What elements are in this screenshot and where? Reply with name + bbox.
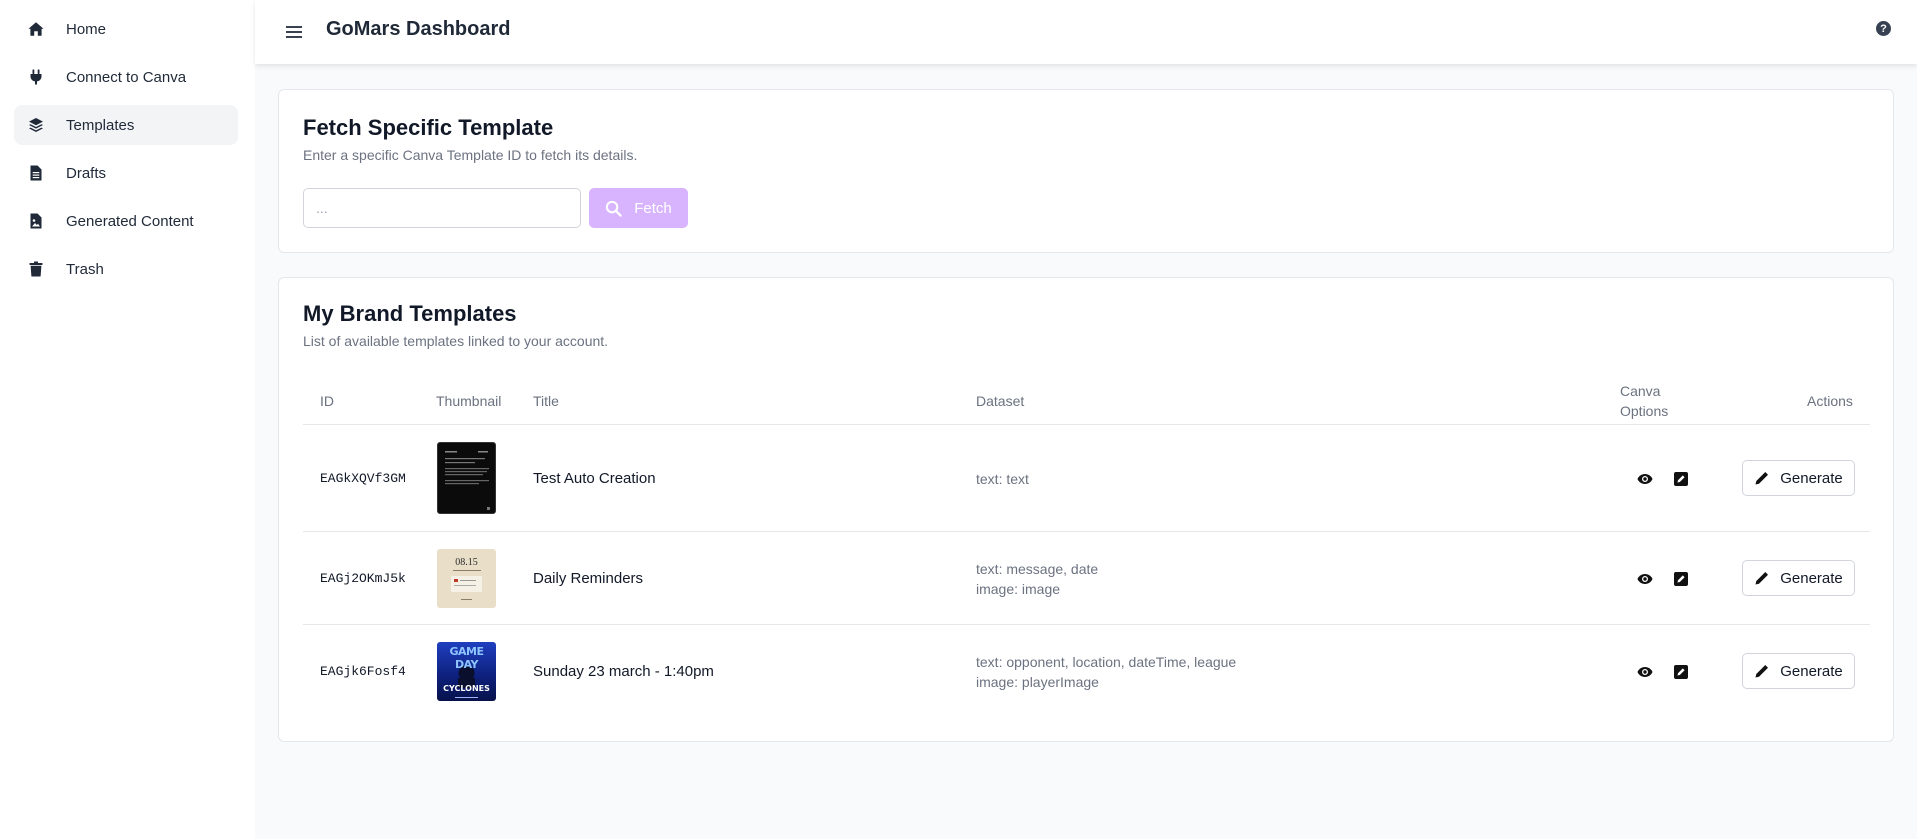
edit-in-canva-icon[interactable] [1672, 663, 1690, 681]
table-divider [303, 531, 1870, 532]
page-title: GoMars Dashboard [326, 18, 511, 40]
template-title-cell: Test Auto Creation [533, 470, 656, 487]
plug-icon [28, 69, 44, 85]
generate-button[interactable]: Generate [1742, 653, 1855, 689]
sidebar-item-label: Trash [66, 261, 104, 278]
template-id-cell: EAGjk6Fosf4 [320, 664, 406, 679]
help-button[interactable]: ? [1876, 21, 1891, 36]
sidebar-item-label: Home [66, 21, 107, 38]
sidebar-item-connect-to-canva[interactable]: Connect to Canva [14, 57, 238, 97]
dataset-cell: text: text [976, 471, 1029, 487]
layers-icon [28, 117, 44, 133]
sidebar-item-label: Connect to Canva [66, 69, 187, 86]
menu-toggle-button[interactable] [281, 19, 307, 45]
edit-in-canva-icon[interactable] [1672, 570, 1690, 588]
dataset-line: text: opponent, location, dateTime, leag… [976, 654, 1237, 670]
table-divider [303, 624, 1870, 625]
brand-templates-card: My Brand Templates List of available tem… [278, 277, 1894, 742]
template-thumbnail [437, 442, 496, 514]
sidebar-item-trash[interactable]: Trash [14, 249, 238, 289]
generate-button[interactable]: Generate [1742, 560, 1855, 596]
dataset-line: image: image [976, 581, 1061, 597]
fetch-card-subtitle: Enter a specific Canva Template ID to fe… [303, 147, 638, 163]
pencil-icon [1755, 472, 1769, 485]
preview-eye-icon[interactable] [1636, 663, 1654, 681]
dataset-line: text: message, date [976, 561, 1099, 577]
dataset-cell: text: opponent, location, dateTime, leag… [976, 652, 1236, 692]
sidebar-item-templates[interactable]: Templates [14, 105, 238, 145]
column-header-canva-options: Canva Options [1620, 381, 1668, 421]
sidebar-item-label: Drafts [66, 165, 107, 182]
fetch-button[interactable]: Fetch [589, 188, 688, 228]
column-header-title: Title [533, 393, 559, 409]
sidebar-item-label: Generated Content [66, 213, 194, 230]
template-title-cell: Sunday 23 march - 1:40pm [533, 663, 714, 680]
column-header-canva-options-line1: Canva [1620, 383, 1661, 399]
thumbnail-text: GAME DAY [449, 645, 484, 671]
preview-eye-icon[interactable] [1636, 470, 1654, 488]
templates-card-title: My Brand Templates [303, 301, 517, 326]
home-icon [28, 21, 44, 37]
templates-card-subtitle: List of available templates linked to yo… [303, 333, 609, 349]
top-bar: GoMars Dashboard ? [255, 0, 1917, 64]
hamburger-icon [286, 26, 302, 38]
sidebar-item-generated-content[interactable]: Generated Content [14, 201, 238, 241]
generate-button-label: Generate [1780, 662, 1843, 680]
template-id-input[interactable] [303, 188, 581, 228]
fetch-card-title: Fetch Specific Template [303, 115, 554, 140]
column-header-actions: Actions [1807, 393, 1853, 409]
search-icon [606, 200, 622, 217]
template-id-cell: EAGj2OKmJ5k [320, 571, 406, 586]
column-header-thumbnail: Thumbnail [436, 393, 502, 409]
generate-button[interactable]: Generate [1742, 460, 1855, 496]
sidebar-item-home[interactable]: Home [14, 9, 238, 49]
pencil-icon [1755, 665, 1769, 678]
pencil-icon [1755, 572, 1769, 585]
column-header-dataset: Dataset [976, 393, 1025, 409]
generate-button-label: Generate [1780, 469, 1843, 487]
sidebar-item-drafts[interactable]: Drafts [14, 153, 238, 193]
table-divider [303, 424, 1870, 425]
preview-eye-icon[interactable] [1636, 570, 1654, 588]
template-thumbnail: GAME DAY CYCLONES [437, 642, 496, 701]
edit-in-canva-icon[interactable] [1672, 470, 1690, 488]
column-header-canva-options-line2: Options [1620, 403, 1669, 419]
sidebar-item-label: Templates [66, 117, 135, 134]
template-title-cell: Daily Reminders [533, 570, 644, 587]
help-icon: ? [1880, 22, 1887, 35]
sidebar: Home Connect to Canva Templates Drafts G… [0, 0, 255, 839]
fetch-button-label: Fetch [634, 199, 672, 217]
column-header-id: ID [320, 393, 334, 409]
generate-button-label: Generate [1780, 569, 1843, 587]
dataset-cell: text: message, date image: image [976, 559, 1098, 599]
file-icon [28, 165, 44, 181]
fetch-template-card: Fetch Specific Template Enter a specific… [278, 89, 1894, 253]
template-id-cell: EAGkXQVf3GM [320, 471, 406, 486]
file-image-icon [28, 213, 44, 229]
template-thumbnail: 08.15 [437, 549, 496, 608]
thumbnail-text: CYCLONES [443, 684, 490, 693]
dataset-line: image: playerImage [976, 674, 1099, 690]
trash-icon [28, 261, 44, 277]
